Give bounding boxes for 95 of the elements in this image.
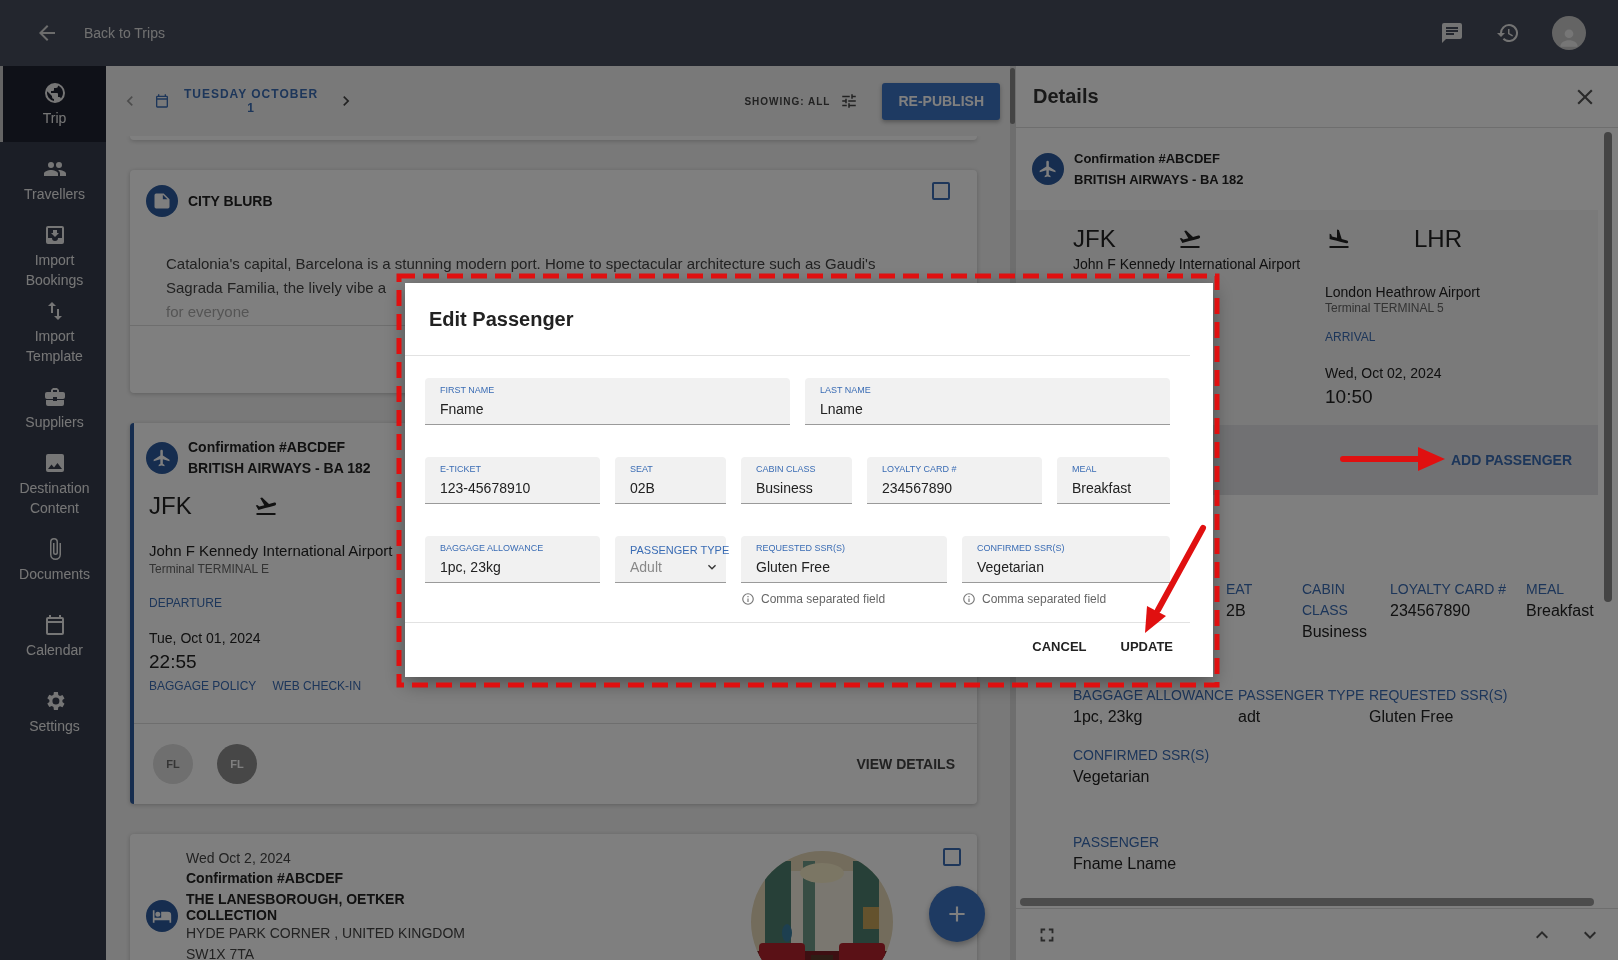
time-text: 22:55 [149,651,197,673]
field-label: LOYALTY CARD # [1390,580,1507,599]
confirmation-number: Confirmation #ABCDEF [186,869,345,888]
time-text: 10:50 [1325,386,1374,408]
back-link[interactable]: Back to Trips [84,25,165,41]
flight-name: BRITISH AIRWAYS - BA 182 [188,459,371,478]
confirmation-number: Confirmation #ABCDEF [188,438,347,457]
sidebar-item[interactable]: Documents [0,522,106,598]
airport-code: JFK [1073,225,1117,253]
field-value: adt [1238,707,1262,727]
section-label: DEPARTURE [149,596,222,610]
address-text: HYDE PARK CORNER , UNITED KINGDOM SW1X 7TA [186,924,466,960]
scrollbar[interactable] [1604,132,1612,602]
text-field[interactable]: CABIN CLASS Business [741,457,852,504]
confirmation-number: Confirmation #ABCDEF [1074,150,1221,168]
sidebar-item[interactable]: Travellers [0,142,106,218]
hotel-name: THE LANESBOROUGH, OETKER COLLECTION [186,891,406,923]
date-text: Wed, Oct 02, 2024 [1325,365,1443,381]
text-field[interactable]: MEAL Breakfast [1057,457,1170,504]
scrollbar[interactable] [1020,898,1594,906]
date-label: TUESDAY OCTOBER 1 [182,87,320,115]
field-label: PASSENGER [1073,833,1161,852]
sidebar-item[interactable]: Suppliers [0,370,106,446]
text-field[interactable]: SEAT 02B [615,457,726,504]
airport-name: London Heathrow Airport [1325,284,1480,300]
landing-icon [1327,227,1351,251]
helper-text: Comma separated field [761,592,886,606]
globe-icon [42,80,67,105]
checkbox[interactable] [943,848,961,866]
filter-label: SHOWING: ALL [744,95,831,107]
text-link[interactable]: BAGGAGE POLICY [149,679,257,693]
info-icon [962,592,976,606]
dialog-button[interactable]: UPDATE [1120,639,1173,654]
flight-name: BRITISH AIRWAYS - BA 182 [1074,171,1244,189]
date-text: Wed Oct 2, 2024 [186,849,292,868]
sidebar-item[interactable]: Import Bookings [0,218,106,294]
view-details-button[interactable]: VIEW DETAILS [850,755,961,773]
text-field[interactable]: E-TICKET 123-45678910 [425,457,600,504]
terminal-text: Terminal TERMINAL 5 [1325,301,1445,315]
text-field[interactable]: LAST NAME Lname [805,378,1170,425]
body-text: Sagrada Familia, the lively vibe a [166,278,387,298]
text-field[interactable]: REQUESTED SSR(S) Gluten Free [741,536,947,583]
text-field[interactable]: BAGGAGE ALLOWANCE 1pc, 23kg [425,536,600,583]
republish-button[interactable]: RE-PUBLISH [882,82,1000,120]
airport-name: John F Kennedy International Airport [1073,256,1302,272]
dialog-button[interactable]: CANCEL [1032,639,1087,654]
scrollbar[interactable] [1010,68,1015,124]
field-label: REQUESTED SSR(S) [1369,686,1508,705]
field-value: Vegetarian [1073,767,1151,787]
field-label: CABIN CLASS [1302,580,1349,620]
field-label: MEAL [1526,580,1566,599]
helper-text: Comma separated field [982,592,1107,606]
field-label: PASSENGER TYPE [1238,686,1366,705]
field-value: Gluten Free [1369,707,1455,727]
section-label: ARRIVAL [1325,330,1377,344]
field-value: Breakfast [1526,601,1594,621]
dialog-title: Edit Passenger [428,306,575,332]
field-value: 234567890 [1390,601,1472,621]
body-text: Catalonia's capital, Barcelona is a stunning modern port. Home to spectacular architecture such as Gaudi's [166,254,876,274]
sidebar-item[interactable]: Settings [0,674,106,750]
field-value: 2B [1226,601,1247,621]
airplane-icon [146,442,178,474]
chat-icon[interactable] [1440,21,1464,45]
field-label: BAGGAGE ALLOWANCE [1073,686,1235,705]
sidebar-item[interactable]: Import Template [0,294,106,370]
filter-sliders-icon[interactable] [840,92,859,110]
checkbox[interactable] [932,182,950,200]
field-value: Business [1302,622,1368,642]
traveller-avatar[interactable]: FL [153,744,193,784]
panel-title: Details [1033,85,1099,108]
sidebar-item[interactable]: Trip [0,66,106,142]
text-field[interactable]: LOYALTY CARD # 234567890 [867,457,1042,504]
document-icon [146,185,178,217]
sidebar-item[interactable]: Calendar [0,598,106,674]
card-title: CITY BLURB [188,193,273,209]
field-value: Fname Lname [1073,854,1177,874]
info-icon [741,592,755,606]
calendar-icon [154,93,170,109]
field-label: EAT [1226,580,1254,599]
airplane-icon [1032,153,1064,185]
field-value: 1pc, 23kg [1073,707,1144,727]
sidebar-item[interactable]: Destination Content [0,446,106,522]
text-link[interactable]: WEB CHECK-IN [272,679,362,693]
history-icon[interactable] [1496,21,1520,45]
text-field[interactable]: FIRST NAME Fname [425,378,790,425]
field-label: CONFIRMED SSR(S) [1073,746,1210,765]
avatar-icon[interactable] [1552,16,1586,50]
terminal-text: Terminal TERMINAL E [149,562,270,576]
add-passenger-button[interactable]: ADD PASSENGER [1450,452,1572,468]
airport-code: JFK [149,492,193,520]
text-field[interactable]: CONFIRMED SSR(S) Vegetarian [962,536,1170,583]
bed-icon [146,900,178,932]
date-text: Tue, Oct 01, 2024 [149,630,261,646]
airport-name: John F Kennedy International Airport [149,542,393,559]
airport-code: LHR [1414,225,1462,253]
